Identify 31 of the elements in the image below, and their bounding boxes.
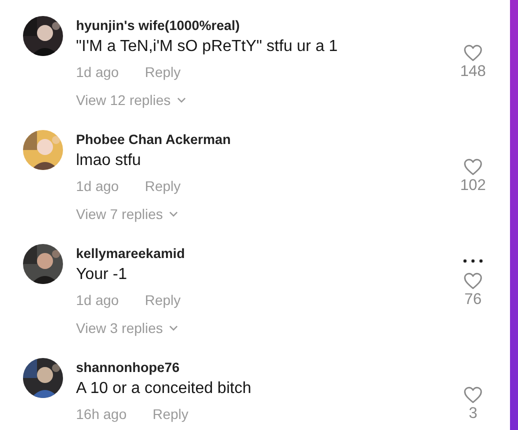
like-count: 148 bbox=[460, 62, 486, 82]
like-count: 102 bbox=[460, 176, 486, 196]
reply-button[interactable]: Reply bbox=[152, 404, 188, 424]
reply-button[interactable]: Reply bbox=[144, 176, 181, 196]
chevron-down-icon bbox=[168, 325, 178, 331]
heart-icon[interactable] bbox=[463, 158, 483, 176]
heart-icon[interactable] bbox=[463, 386, 483, 404]
comment-text: "I'M a TeN,i'M sO pReTtY" stfu ur a 1 bbox=[76, 37, 338, 57]
timestamp: 16h ago bbox=[76, 405, 127, 424]
like-count: 3 bbox=[468, 404, 478, 424]
reply-button[interactable]: Reply bbox=[144, 62, 181, 82]
timestamp: 1d ago bbox=[76, 291, 119, 310]
view-replies-button[interactable]: View 12 replies bbox=[76, 90, 186, 110]
comment-text: lmao stfu bbox=[76, 151, 141, 171]
timestamp: 1d ago bbox=[76, 177, 119, 196]
more-icon[interactable] bbox=[463, 259, 483, 263]
reply-button[interactable]: Reply bbox=[144, 290, 181, 310]
view-replies-button[interactable]: View 3 replies bbox=[76, 318, 178, 338]
timestamp: 1d ago bbox=[76, 63, 119, 82]
username[interactable]: kellymareekamid bbox=[76, 244, 185, 264]
chevron-down-icon bbox=[176, 97, 186, 103]
chevron-down-icon bbox=[168, 211, 178, 217]
username[interactable]: Phobee Chan Ackerman bbox=[76, 130, 231, 150]
view-replies-button[interactable]: View 7 replies bbox=[76, 204, 178, 224]
heart-icon[interactable] bbox=[463, 272, 483, 290]
username[interactable]: hyunjin's wife(1000%real) bbox=[76, 16, 240, 36]
username[interactable]: shannonhope76 bbox=[76, 358, 180, 378]
heart-icon[interactable] bbox=[463, 44, 483, 62]
comment-text: A 10 or a conceited bitch bbox=[76, 379, 252, 399]
comment-text: Your -1 bbox=[76, 265, 127, 285]
like-count: 76 bbox=[464, 290, 482, 310]
